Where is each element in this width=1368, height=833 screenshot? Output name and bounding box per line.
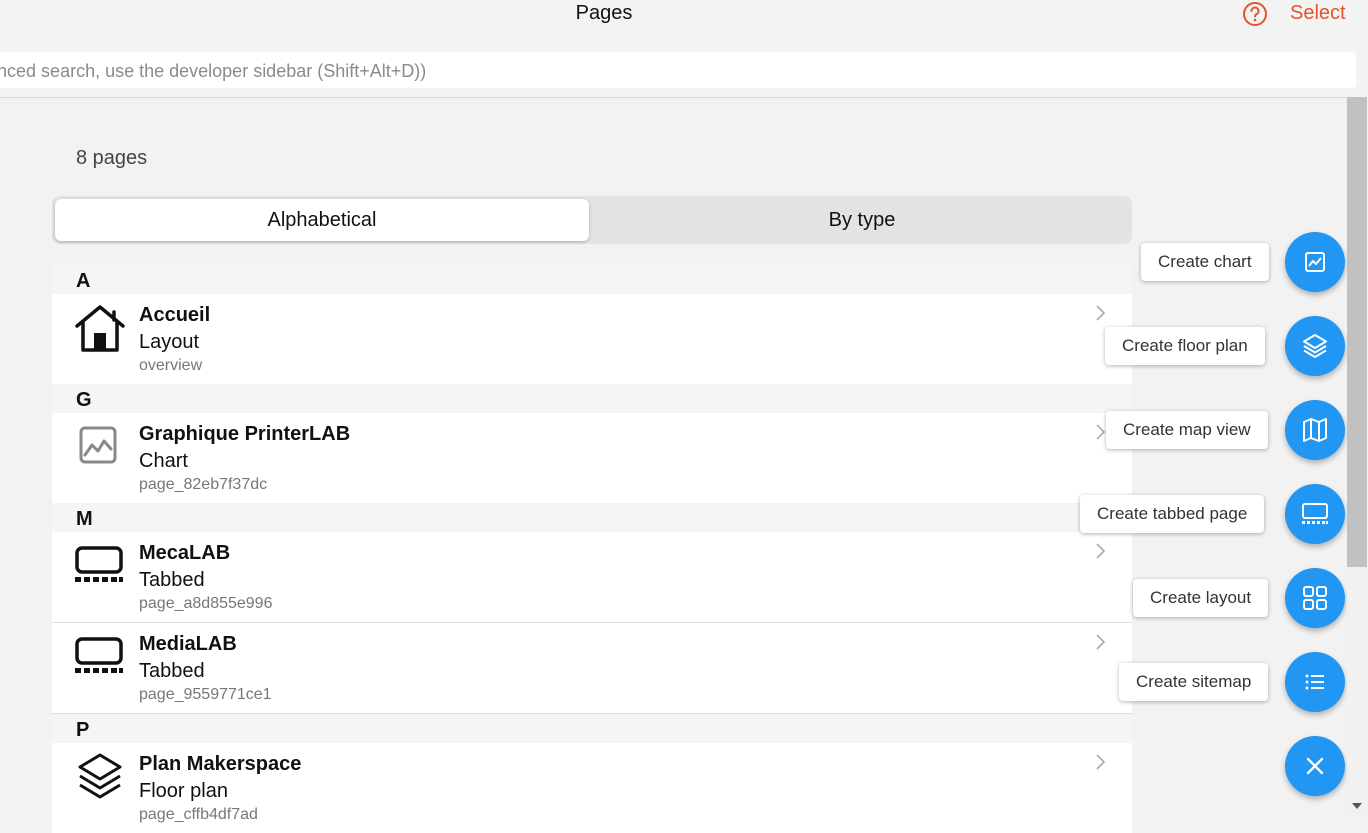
close-icon <box>1306 757 1324 775</box>
item-name: Accueil <box>139 304 211 326</box>
create-floor-plan-button[interactable] <box>1285 316 1345 376</box>
tabbed-icon <box>1302 503 1328 524</box>
chevron-right-icon <box>1096 634 1106 650</box>
close-menu-button[interactable] <box>1285 736 1345 796</box>
list-icon <box>1305 674 1324 690</box>
create-layout-label[interactable]: Create layout <box>1133 579 1269 617</box>
scrollbar-thumb[interactable] <box>1347 97 1367 567</box>
search-input[interactable] <box>0 52 1356 88</box>
list-item-accueil[interactable]: Accueil Layout overview <box>52 294 1132 385</box>
create-floor-plan-label[interactable]: Create floor plan <box>1105 327 1265 365</box>
top-bar: Pages Select <box>0 0 1368 98</box>
list-item-plan-makerspace[interactable]: Plan Makerspace Floor plan page_cffb4df7… <box>52 743 1132 833</box>
item-type: Layout <box>139 331 200 353</box>
page-count: 8 pages <box>76 147 148 169</box>
map-icon <box>1303 418 1327 442</box>
scroll-down-arrow-icon[interactable] <box>1350 800 1364 812</box>
pages-list: A Accueil Layout overview G Graphique Pr… <box>52 265 1132 833</box>
tab-alphabetical[interactable]: Alphabetical <box>55 199 589 241</box>
list-item-graphique-printerlab[interactable]: Graphique PrinterLAB Chart page_82eb7f37… <box>52 413 1132 504</box>
create-tabbed-page-button[interactable] <box>1285 484 1345 544</box>
create-chart-label[interactable]: Create chart <box>1141 243 1269 281</box>
item-id: page_82eb7f37dc <box>139 476 268 493</box>
item-id: overview <box>139 357 203 374</box>
search-field[interactable] <box>0 52 1356 88</box>
item-id: page_cffb4df7ad <box>139 806 258 823</box>
chevron-right-icon <box>1096 305 1106 321</box>
chart-icon <box>79 426 117 464</box>
layers-icon <box>78 753 122 799</box>
create-chart-button[interactable] <box>1285 232 1345 292</box>
create-sitemap-label[interactable]: Create sitemap <box>1119 663 1269 701</box>
chevron-right-icon <box>1096 543 1106 559</box>
group-header-m: M <box>52 503 1132 532</box>
page-title: Pages <box>575 2 633 24</box>
grid-icon <box>1303 586 1327 610</box>
item-type: Tabbed <box>139 660 205 682</box>
group-header-g: G <box>52 384 1132 413</box>
help-circle-icon[interactable] <box>1242 1 1268 27</box>
item-id: page_9559771ce1 <box>139 686 272 703</box>
create-map-view-button[interactable] <box>1285 400 1345 460</box>
list-item-mecalab[interactable]: MecaLAB Tabbed page_a8d855e996 <box>52 532 1132 623</box>
item-type: Chart <box>139 450 188 472</box>
layers-icon <box>1303 334 1327 358</box>
item-id: page_a8d855e996 <box>139 595 273 612</box>
chart-icon <box>1305 252 1325 272</box>
create-map-view-label[interactable]: Create map view <box>1106 411 1268 449</box>
create-sitemap-button[interactable] <box>1285 652 1345 712</box>
group-header-p: P <box>52 714 1132 743</box>
home-icon <box>75 305 125 352</box>
tabbed-icon <box>75 546 123 582</box>
view-toggle: Alphabetical By type <box>52 196 1132 244</box>
item-name: Graphique PrinterLAB <box>139 423 351 445</box>
group-header-a: A <box>52 265 1132 294</box>
create-layout-button[interactable] <box>1285 568 1345 628</box>
item-type: Tabbed <box>139 569 205 591</box>
item-name: MediaLAB <box>139 633 237 655</box>
tabbed-icon <box>75 637 123 673</box>
item-name: Plan Makerspace <box>139 753 302 775</box>
chevron-right-icon <box>1096 754 1106 770</box>
create-tabbed-page-label[interactable]: Create tabbed page <box>1080 495 1265 533</box>
list-item-medialab[interactable]: MediaLAB Tabbed page_9559771ce1 <box>52 623 1132 714</box>
scrollbar[interactable] <box>1347 97 1368 816</box>
item-type: Floor plan <box>139 780 228 802</box>
item-name: MecaLAB <box>139 542 231 564</box>
tab-by-type[interactable]: By type <box>592 199 1132 241</box>
select-button[interactable]: Select <box>1290 2 1346 25</box>
